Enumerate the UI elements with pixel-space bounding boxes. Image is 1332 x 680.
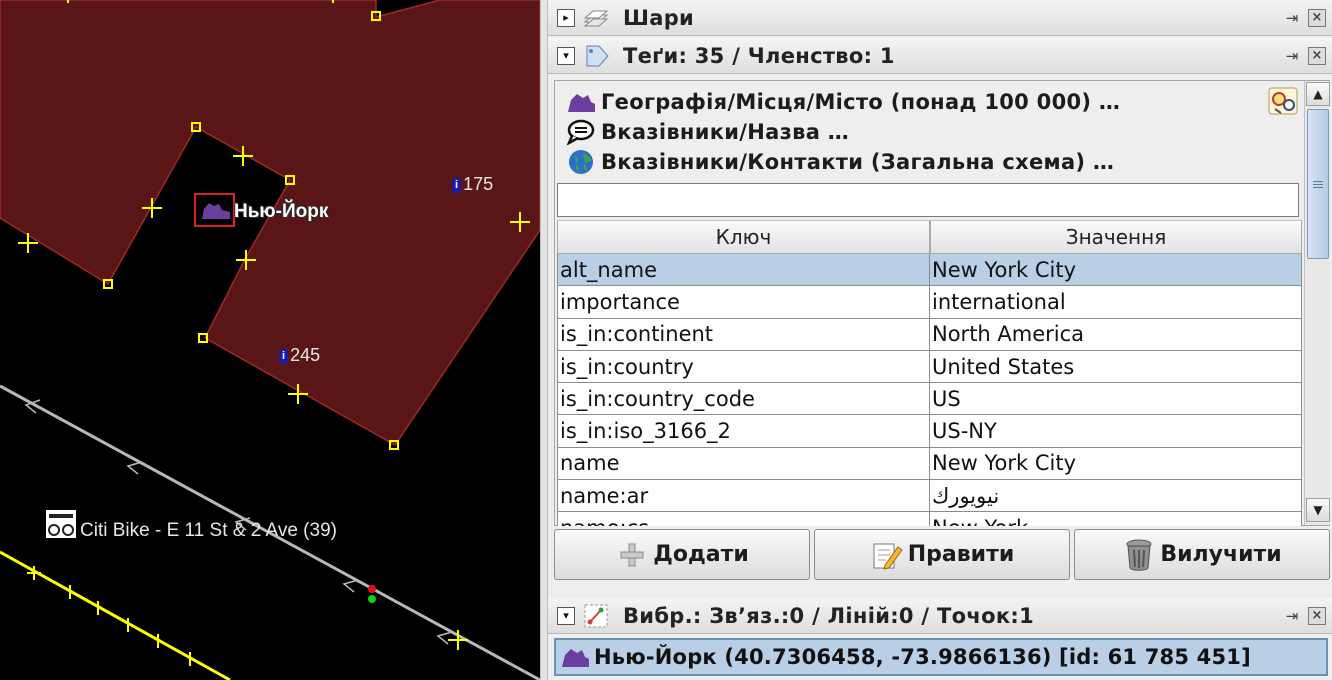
scroll-down-icon[interactable]: ▼	[1306, 498, 1330, 522]
tag-key-cell[interactable]: is_in:iso_3166_2	[557, 415, 930, 448]
dock-icon[interactable]: ⇥	[1280, 45, 1304, 67]
close-icon[interactable]: ×	[1308, 46, 1326, 65]
table-row[interactable]: is_in:country United States	[557, 350, 1302, 384]
tag-filter-input[interactable]	[557, 183, 1299, 217]
table-row[interactable]: is_in:continent North America	[557, 318, 1302, 351]
table-row[interactable]: alt_name New York City	[557, 254, 1302, 287]
tag-value-cell[interactable]: international	[930, 286, 1302, 319]
tag-key-cell[interactable]: name:cs	[557, 512, 930, 526]
tag-key-cell[interactable]: name	[557, 447, 930, 481]
preset-label: Вказівники/Назва …	[601, 120, 850, 144]
table-row[interactable]: is_in:country_code US	[557, 383, 1302, 416]
city-icon[interactable]	[202, 203, 230, 219]
plus-icon	[615, 538, 649, 572]
place-label[interactable]: Нью-Йорк	[234, 201, 328, 223]
tag-value-cell[interactable]: US-NY	[930, 415, 1302, 448]
dock-icon[interactable]: ⇥	[1280, 605, 1304, 627]
side-panel: ▸ Шари ⇥ × ▾ Теґи: 35 / Членство: 1 ⇥ × …	[548, 0, 1332, 680]
tags-content: Географія/Місця/Місто (понад 100 000) … …	[554, 80, 1330, 526]
dock-icon[interactable]: ⇥	[1280, 7, 1304, 29]
layers-icon	[581, 4, 611, 32]
house-number-text: 245	[290, 345, 321, 365]
tag-value-cell[interactable]: New York	[930, 512, 1302, 526]
pencil-icon	[870, 538, 904, 572]
selection-panel-title: Вибр.: Зв’яз.:0 / Ліній:0 / Точок:1	[623, 603, 1034, 628]
table-row[interactable]: name:cs New York	[557, 512, 1302, 526]
tag-value-cell[interactable]: United States	[930, 350, 1302, 384]
tag-key-cell[interactable]: is_in:country	[557, 350, 930, 384]
collapse-icon[interactable]: ▾	[557, 46, 575, 65]
traffic-signal-icon[interactable]	[368, 585, 376, 603]
edit-button-label: Правити	[907, 542, 1015, 567]
info-badge-icon: i	[279, 349, 289, 364]
tag-value-cell[interactable]: نيويورك	[930, 480, 1302, 513]
preset-label: Географія/Місця/Місто (понад 100 000) …	[601, 90, 1121, 114]
preset-label: Вказівники/Контакти (Загальна схема) …	[601, 150, 1115, 174]
tags-panel-title: Теґи: 35 / Членство: 1	[623, 43, 895, 68]
add-button-label: Додати	[653, 542, 749, 567]
tag-key-cell[interactable]: alt_name	[557, 254, 930, 287]
tag-value-cell[interactable]: New York City	[930, 254, 1302, 287]
selection-panel-titlebar[interactable]: ▾ Вибр.: Зв’яз.:0 / Ліній:0 / Точок:1 ⇥ …	[548, 598, 1332, 634]
city-icon	[565, 88, 597, 116]
expand-icon[interactable]: ▸	[557, 8, 575, 27]
scrollbar-thumb[interactable]	[1307, 109, 1329, 259]
tag-value-cell[interactable]: US	[930, 383, 1302, 416]
close-icon[interactable]: ×	[1308, 8, 1326, 27]
tag-key-cell[interactable]: is_in:country_code	[557, 383, 930, 416]
tag-value-cell[interactable]: New York City	[930, 447, 1302, 481]
preset-link[interactable]: Географія/Місця/Місто (понад 100 000) …	[565, 87, 1120, 117]
table-row[interactable]: importance international	[557, 286, 1302, 319]
selection-icon	[581, 602, 611, 630]
info-badge-icon: i	[452, 178, 462, 193]
city-icon	[560, 643, 594, 671]
table-row[interactable]: name New York City	[557, 447, 1302, 481]
table-row[interactable]: is_in:iso_3166_2 US-NY	[557, 415, 1302, 448]
delete-tag-button[interactable]: Вилучити	[1074, 529, 1330, 580]
table-row[interactable]: name:ar نيويورك	[557, 480, 1302, 513]
edit-tag-button[interactable]: Правити	[814, 529, 1070, 580]
preset-link[interactable]: Вказівники/Назва …	[565, 117, 849, 147]
bike-station-label[interactable]: Citi Bike - E 11 St & 2 Ave (39)	[80, 520, 337, 542]
speech-bubble-icon	[565, 118, 597, 146]
panel-splitter[interactable]	[540, 0, 548, 680]
value-column-header[interactable]: Значення	[930, 220, 1302, 254]
house-number-text: 175	[463, 174, 494, 194]
layers-panel-title: Шари	[623, 5, 695, 30]
house-number-label[interactable]: i 245	[279, 345, 320, 366]
tag-key-cell[interactable]: name:ar	[557, 480, 930, 513]
tags-table[interactable]: Ключ Значення alt_name New York City imp…	[557, 220, 1302, 526]
preset-link[interactable]: Вказівники/Контакти (Загальна схема) …	[565, 147, 1114, 177]
map-view[interactable]: Нью-Йорк i 175 i 245 Citi Bike - E 11 St &…	[0, 0, 540, 680]
house-number-label[interactable]: i 175	[452, 174, 493, 195]
trash-icon	[1122, 538, 1156, 572]
map-canvas[interactable]	[0, 0, 540, 680]
selection-list-item[interactable]: Нью-Йорк (40.7306458, -73.9866136) [id: …	[554, 638, 1328, 676]
tags-scrollbar[interactable]: ▲ ▼	[1304, 81, 1330, 525]
selection-item-label: Нью-Йорк (40.7306458, -73.9866136) [id: …	[594, 645, 1251, 669]
tags-panel-titlebar[interactable]: ▾ Теґи: 35 / Членство: 1 ⇥ ×	[548, 38, 1332, 74]
tag-key-cell[interactable]: is_in:continent	[557, 318, 930, 351]
layers-panel-titlebar[interactable]: ▸ Шари ⇥ ×	[548, 0, 1332, 36]
collapse-icon[interactable]: ▾	[557, 606, 575, 625]
add-tag-button[interactable]: Додати	[554, 529, 810, 580]
tag-icon	[581, 42, 611, 70]
tag-key-cell[interactable]: importance	[557, 286, 930, 319]
bike-rental-icon[interactable]	[46, 510, 76, 538]
key-column-header[interactable]: Ключ	[557, 220, 930, 254]
table-header: Ключ Значення	[557, 220, 1302, 254]
tag-value-cell[interactable]: North America	[930, 318, 1302, 351]
delete-button-label: Вилучити	[1160, 542, 1282, 567]
scroll-up-icon[interactable]: ▲	[1306, 82, 1330, 106]
search-presets-icon[interactable]	[1267, 85, 1299, 117]
close-icon[interactable]: ×	[1308, 606, 1326, 625]
globe-icon	[565, 148, 597, 176]
